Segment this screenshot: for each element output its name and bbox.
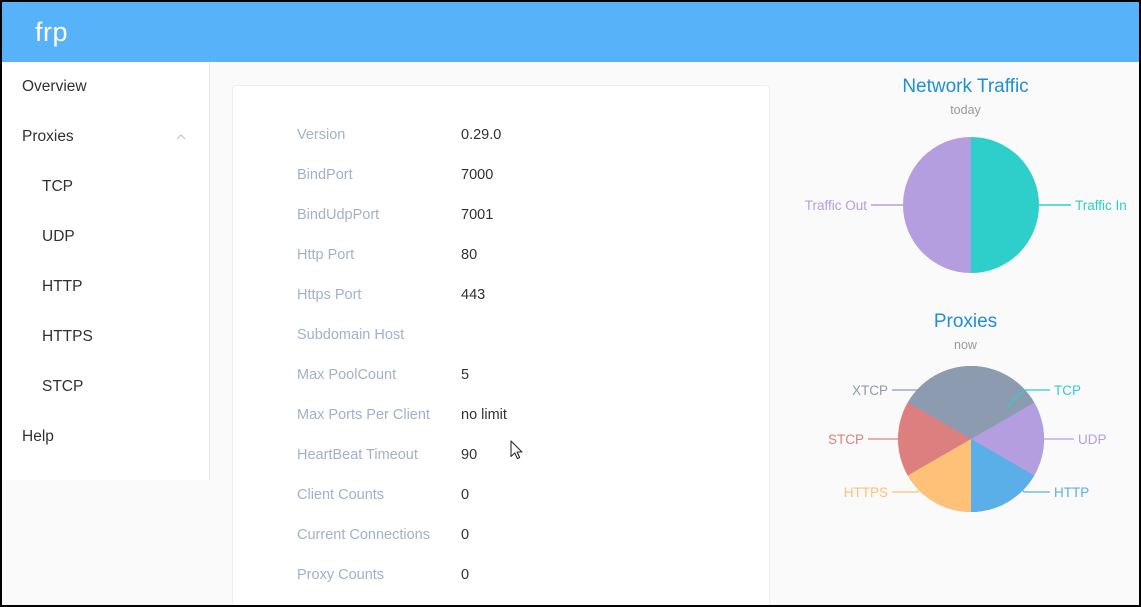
sidebar-item-http[interactable]: HTTP xyxy=(2,262,209,312)
sidebar-item-label: HTTP xyxy=(42,278,83,295)
pie-label-traffic-in: Traffic In xyxy=(1075,198,1127,213)
table-row: Max Ports Per Client no limit xyxy=(297,395,737,435)
network-traffic-pie[interactable]: Traffic In Traffic Out xyxy=(792,117,1139,297)
row-value: 90 xyxy=(461,447,478,463)
row-key: BindUdpPort xyxy=(297,207,380,223)
table-row: Max PoolCount 5 xyxy=(297,355,737,395)
row-value: no limit xyxy=(461,407,507,423)
chart-title: Proxies xyxy=(933,311,998,332)
sidebar-nav: Overview Proxies TCP UDP HTTP HTTPS STCP… xyxy=(2,62,210,480)
server-info-table: Version 0.29.0 BindPort 7000 BindUdpPort… xyxy=(297,115,737,595)
chevron-up-icon xyxy=(175,131,187,143)
charts-column: Network Traffic today Traffic In Traffic… xyxy=(792,62,1139,605)
chart-subtitle: now xyxy=(954,338,977,352)
row-value: 0 xyxy=(461,487,470,503)
row-value: 0.29.0 xyxy=(461,127,502,143)
table-row: BindPort 7000 xyxy=(297,155,737,195)
sidebar-item-proxies[interactable]: Proxies xyxy=(2,112,209,162)
pie-label-udp: UDP xyxy=(1078,432,1107,447)
sidebar-item-label: Proxies xyxy=(22,128,74,145)
table-row: Subdomain Host xyxy=(297,315,737,355)
frp-dashboard-window: frp Overview Proxies TCP UDP HTTP HTTPS … xyxy=(0,0,1141,607)
table-row: Https Port 443 xyxy=(297,275,737,315)
table-row: HeartBeat Timeout 90 xyxy=(297,435,737,475)
row-key: Current Connections xyxy=(297,527,430,543)
row-value: 443 xyxy=(461,287,486,303)
pie-label-http: HTTP xyxy=(1054,485,1089,500)
row-key: Max PoolCount xyxy=(297,367,397,383)
proxies-chart: Proxies now TCP UDP HTTP HTTPS STCP XTCP xyxy=(792,297,1139,532)
sidebar-item-label: HTTPS xyxy=(42,328,93,345)
table-row: Http Port 80 xyxy=(297,235,737,275)
row-key: Http Port xyxy=(297,247,355,263)
sidebar-item-stcp[interactable]: STCP xyxy=(2,362,209,412)
sidebar-item-udp[interactable]: UDP xyxy=(2,212,209,262)
sidebar-item-label: Help xyxy=(22,428,54,445)
brand-title: frp xyxy=(35,16,69,47)
chart-title: Network Traffic xyxy=(902,76,1029,97)
row-value: 0 xyxy=(461,527,470,543)
pie-label-https: HTTPS xyxy=(844,485,888,500)
page-body: Overview Proxies TCP UDP HTTP HTTPS STCP… xyxy=(2,62,1139,605)
row-key: Https Port xyxy=(297,287,362,303)
table-row: Current Connections 0 xyxy=(297,515,737,555)
row-key: BindPort xyxy=(297,167,353,183)
table-row: BindUdpPort 7001 xyxy=(297,195,737,235)
sidebar-item-label: TCP xyxy=(42,178,73,195)
row-value: 7001 xyxy=(461,207,494,223)
pie-label-tcp: TCP xyxy=(1054,383,1081,398)
row-key: Proxy Counts xyxy=(297,567,385,583)
table-row: Proxy Counts 0 xyxy=(297,555,737,595)
network-traffic-chart: Network Traffic today Traffic In Traffic… xyxy=(792,62,1139,297)
row-key: Subdomain Host xyxy=(297,327,405,343)
row-key: HeartBeat Timeout xyxy=(297,447,418,463)
row-value: 5 xyxy=(461,367,470,383)
pie-slice-traffic-in xyxy=(971,137,1039,273)
row-value: 0 xyxy=(461,567,470,583)
sidebar-item-label: STCP xyxy=(42,378,84,395)
row-key: Max Ports Per Client xyxy=(297,407,430,423)
pie-label-xtcp: XTCP xyxy=(852,383,888,398)
sidebar-item-label: Overview xyxy=(22,78,87,95)
app-header: frp xyxy=(2,2,1139,62)
chart-subtitle: today xyxy=(950,103,981,117)
sidebar-item-tcp[interactable]: TCP xyxy=(2,162,209,212)
sidebar-item-label: UDP xyxy=(42,228,75,245)
server-info-card: Version 0.29.0 BindPort 7000 BindUdpPort… xyxy=(232,85,770,605)
row-value: 7000 xyxy=(461,167,494,183)
row-value: 80 xyxy=(461,247,478,263)
pie-slice-traffic-out xyxy=(903,137,971,273)
sidebar-item-help[interactable]: Help xyxy=(2,412,209,462)
table-row: Client Counts 0 xyxy=(297,475,737,515)
pie-label-traffic-out: Traffic Out xyxy=(805,198,868,213)
pie-label-stcp: STCP xyxy=(828,432,864,447)
table-row: Version 0.29.0 xyxy=(297,115,737,155)
row-key: Version xyxy=(297,127,346,143)
sidebar-item-overview[interactable]: Overview xyxy=(2,62,209,112)
row-key: Client Counts xyxy=(297,487,385,503)
proxies-pie[interactable]: TCP UDP HTTP HTTPS STCP XTCP xyxy=(792,352,1139,532)
sidebar-item-https[interactable]: HTTPS xyxy=(2,312,209,362)
